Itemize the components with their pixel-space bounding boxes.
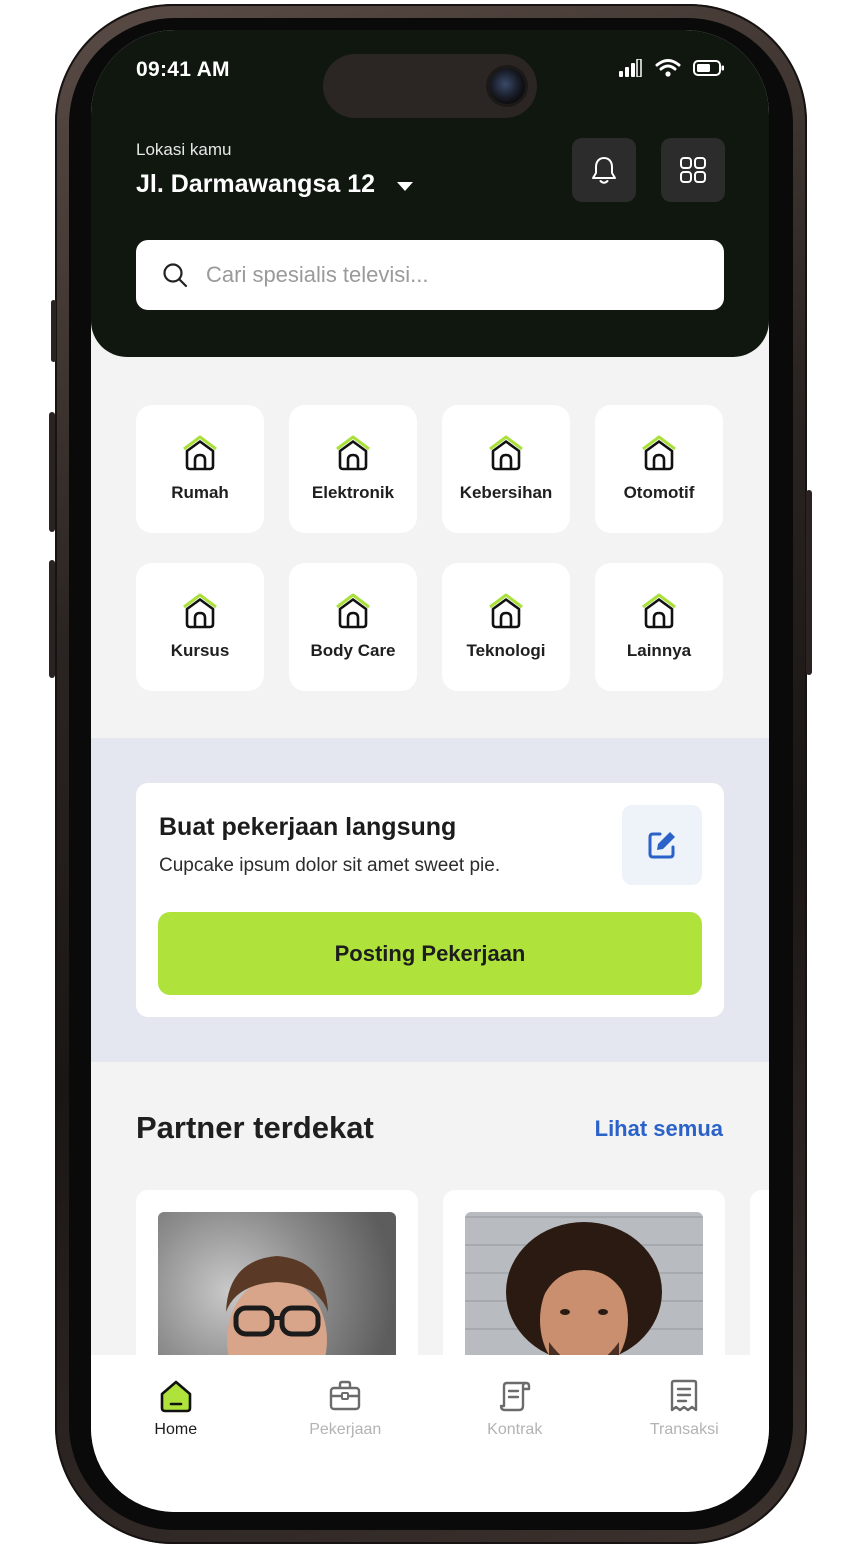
nav-label: Home [154, 1421, 198, 1438]
edit-icon [648, 832, 675, 859]
category-kebersihan[interactable]: Kebersihan [442, 405, 570, 533]
category-kursus[interactable]: Kursus [136, 563, 264, 691]
post-job-button[interactable]: Posting Pekerjaan [158, 912, 702, 995]
category-label: Kursus [170, 641, 230, 660]
house-icon [642, 593, 676, 629]
receipt-icon [671, 1379, 698, 1412]
app-screen: 09:41 AM Lokasi kamu Jl. Darmawangsa 12 … [91, 30, 769, 1512]
search-icon [163, 263, 188, 288]
partner-section-title: Partner terdekat [136, 1110, 374, 1145]
house-icon [336, 435, 370, 471]
search-bar[interactable] [136, 240, 724, 310]
location-selector[interactable]: Jl. Darmawangsa 12 [136, 170, 414, 199]
side-button-volume-down [49, 560, 55, 678]
category-label: Lainnya [626, 641, 692, 660]
nav-pekerjaan[interactable]: Pekerjaan [261, 1379, 431, 1512]
search-input[interactable] [206, 262, 686, 288]
bell-icon [592, 157, 616, 184]
side-button-volume-up [49, 412, 55, 532]
camera-icon [489, 68, 525, 104]
house-icon [489, 593, 523, 629]
category-label: Teknologi [466, 641, 546, 660]
see-all-link[interactable]: Lihat semua [595, 1116, 723, 1142]
nav-kontrak[interactable]: Kontrak [430, 1379, 600, 1512]
category-teknologi[interactable]: Teknologi [442, 563, 570, 691]
contract-icon [499, 1381, 530, 1412]
category-label: Rumah [171, 483, 229, 502]
bottom-nav: Home Pekerjaan Kontrak Transaksi [91, 1355, 769, 1512]
job-card: Buat pekerjaan langsung Cupcake ipsum do… [136, 783, 724, 1017]
house-icon [336, 593, 370, 629]
battery-icon [693, 60, 724, 76]
dynamic-island [323, 54, 537, 118]
category-body-care[interactable]: Body Care [289, 563, 417, 691]
grid-icon [680, 157, 706, 183]
category-label: Otomotif [623, 483, 695, 502]
house-icon [183, 435, 217, 471]
category-elektronik[interactable]: Elektronik [289, 405, 417, 533]
notification-button[interactable] [572, 138, 636, 202]
nav-label: Pekerjaan [309, 1421, 382, 1438]
job-subtitle: Cupcake ipsum dolor sit amet sweet pie. [159, 855, 501, 876]
house-icon [489, 435, 523, 471]
side-button-power [806, 490, 812, 675]
menu-grid-button[interactable] [661, 138, 725, 202]
nav-transaksi[interactable]: Transaksi [600, 1379, 770, 1512]
home-icon [160, 1380, 192, 1413]
job-title: Buat pekerjaan langsung [159, 813, 457, 841]
nav-home[interactable]: Home [91, 1379, 261, 1512]
wifi-icon [655, 59, 681, 77]
location-label: Lokasi kamu [136, 140, 232, 159]
status-time: 09:41 AM [136, 58, 230, 81]
category-label: Kebersihan [459, 483, 553, 502]
house-icon [642, 435, 676, 471]
category-otomotif[interactable]: Otomotif [595, 405, 723, 533]
nav-label: Kontrak [487, 1421, 543, 1438]
chevron-down-icon [397, 182, 414, 191]
header: 09:41 AM Lokasi kamu Jl. Darmawangsa 12 … [91, 30, 769, 357]
category-lainnya[interactable]: Lainnya [595, 563, 723, 691]
location-value: Jl. Darmawangsa 12 [136, 170, 376, 198]
category-label: Elektronik [311, 483, 395, 502]
category-grid: Rumah Elektronik Kebersihan Otomotif Kur… [136, 405, 726, 691]
category-rumah[interactable]: Rumah [136, 405, 264, 533]
status-icons [619, 58, 725, 78]
nav-label: Transaksi [649, 1421, 719, 1438]
edit-button[interactable] [622, 805, 702, 885]
house-icon [183, 593, 217, 629]
category-label: Body Care [310, 641, 396, 660]
briefcase-icon [330, 1380, 361, 1411]
signal-icon [619, 59, 642, 77]
side-button-action [51, 300, 56, 362]
